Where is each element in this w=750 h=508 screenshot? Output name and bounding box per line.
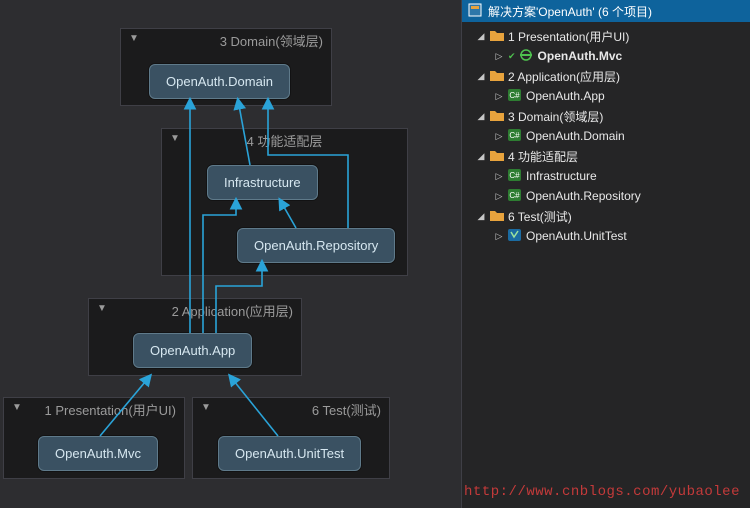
folder-icon	[490, 29, 504, 44]
startup-icon: ✔	[508, 51, 516, 62]
folder-icon	[490, 69, 504, 84]
tree-project-mvc[interactable]: ▷ ✔ OpenAuth.Mvc	[464, 46, 748, 66]
svg-text:C#: C#	[509, 191, 520, 200]
node-openauth-mvc[interactable]: OpenAuth.Mvc	[38, 436, 158, 471]
tree-project-repository[interactable]: ▷ C# OpenAuth.Repository	[464, 186, 748, 206]
group-title: 4 功能适配层	[247, 131, 323, 150]
tree-label: 6 Test(测试)	[508, 208, 572, 225]
node-label: OpenAuth.Mvc	[55, 446, 141, 461]
csharp-project-icon: C#	[508, 189, 522, 204]
tree-label: Infrastructure	[526, 169, 597, 183]
node-openauth-domain[interactable]: OpenAuth.Domain	[149, 64, 290, 99]
tree-label: OpenAuth.App	[526, 89, 605, 103]
svg-text:C#: C#	[509, 91, 520, 100]
web-project-icon	[520, 49, 534, 64]
twisty-expanded-icon[interactable]: ◢	[476, 211, 486, 222]
solution-title: 解决方案'OpenAuth' (6 个项目)	[488, 3, 652, 20]
tree-label: OpenAuth.Mvc	[538, 49, 623, 63]
node-label: OpenAuth.Repository	[254, 238, 378, 253]
svg-text:C#: C#	[509, 171, 520, 180]
solution-icon	[468, 3, 482, 20]
watermark-url: http://www.cnblogs.com/yubaolee	[464, 484, 740, 500]
solution-header[interactable]: 解决方案'OpenAuth' (6 个项目)	[462, 0, 750, 22]
tree-project-app[interactable]: ▷ C# OpenAuth.App	[464, 86, 748, 106]
tree-project-unittest[interactable]: ▷ OpenAuth.UnitTest	[464, 226, 748, 246]
twisty-expanded-icon[interactable]: ◢	[476, 151, 486, 162]
solution-tree[interactable]: ◢ 1 Presentation(用户UI) ▷ ✔ OpenAuth.Mvc …	[462, 22, 750, 250]
twisty-collapsed-icon[interactable]: ▷	[494, 171, 504, 182]
twisty-collapsed-icon[interactable]: ▷	[494, 231, 504, 242]
svg-text:C#: C#	[509, 131, 520, 140]
chevron-down-icon[interactable]: ▼	[127, 31, 141, 46]
tree-label: 3 Domain(领域层)	[508, 108, 603, 125]
node-openauth-unittest[interactable]: OpenAuth.UnitTest	[218, 436, 361, 471]
test-project-icon	[508, 229, 522, 244]
tree-folder-adapter[interactable]: ◢ 4 功能适配层	[464, 146, 748, 166]
twisty-collapsed-icon[interactable]: ▷	[494, 91, 504, 102]
node-label: OpenAuth.App	[150, 343, 235, 358]
tree-label: 4 功能适配层	[508, 148, 578, 165]
group-title: 3 Domain(领域层)	[220, 31, 323, 50]
chevron-down-icon[interactable]: ▼	[199, 400, 213, 415]
tree-project-infrastructure[interactable]: ▷ C# Infrastructure	[464, 166, 748, 186]
tree-label: OpenAuth.Repository	[526, 189, 641, 203]
twisty-expanded-icon[interactable]: ◢	[476, 31, 486, 42]
tree-folder-application[interactable]: ◢ 2 Application(应用层)	[464, 66, 748, 86]
folder-icon	[490, 149, 504, 164]
group-title: 2 Application(应用层)	[172, 301, 293, 320]
csharp-project-icon: C#	[508, 89, 522, 104]
tree-project-domain[interactable]: ▷ C# OpenAuth.Domain	[464, 126, 748, 146]
twisty-expanded-icon[interactable]: ◢	[476, 111, 486, 122]
node-openauth-repository[interactable]: OpenAuth.Repository	[237, 228, 395, 263]
csharp-project-icon: C#	[508, 129, 522, 144]
chevron-down-icon[interactable]: ▼	[168, 131, 182, 146]
chevron-down-icon[interactable]: ▼	[95, 301, 109, 316]
folder-icon	[490, 209, 504, 224]
node-openauth-app[interactable]: OpenAuth.App	[133, 333, 252, 368]
node-label: OpenAuth.UnitTest	[235, 446, 344, 461]
node-label: Infrastructure	[224, 175, 301, 190]
tree-folder-presentation[interactable]: ◢ 1 Presentation(用户UI)	[464, 26, 748, 46]
tree-folder-test[interactable]: ◢ 6 Test(测试)	[464, 206, 748, 226]
group-title: 6 Test(测试)	[312, 400, 381, 419]
tree-label: OpenAuth.Domain	[526, 129, 625, 143]
node-infrastructure[interactable]: Infrastructure	[207, 165, 318, 200]
twisty-collapsed-icon[interactable]: ▷	[494, 191, 504, 202]
node-label: OpenAuth.Domain	[166, 74, 273, 89]
twisty-expanded-icon[interactable]: ◢	[476, 71, 486, 82]
twisty-collapsed-icon[interactable]: ▷	[494, 131, 504, 142]
dependency-diagram[interactable]: ▼ 3 Domain(领域层) OpenAuth.Domain ▼ 4 功能适配…	[0, 0, 461, 508]
solution-explorer[interactable]: 解决方案'OpenAuth' (6 个项目) ◢ 1 Presentation(…	[461, 0, 750, 508]
tree-folder-domain[interactable]: ◢ 3 Domain(领域层)	[464, 106, 748, 126]
tree-label: 1 Presentation(用户UI)	[508, 28, 629, 45]
group-title: 1 Presentation(用户UI)	[45, 400, 177, 419]
csharp-project-icon: C#	[508, 169, 522, 184]
folder-icon	[490, 109, 504, 124]
tree-label: 2 Application(应用层)	[508, 68, 620, 85]
chevron-down-icon[interactable]: ▼	[10, 400, 24, 415]
twisty-collapsed-icon[interactable]: ▷	[494, 51, 504, 62]
tree-label: OpenAuth.UnitTest	[526, 229, 627, 243]
